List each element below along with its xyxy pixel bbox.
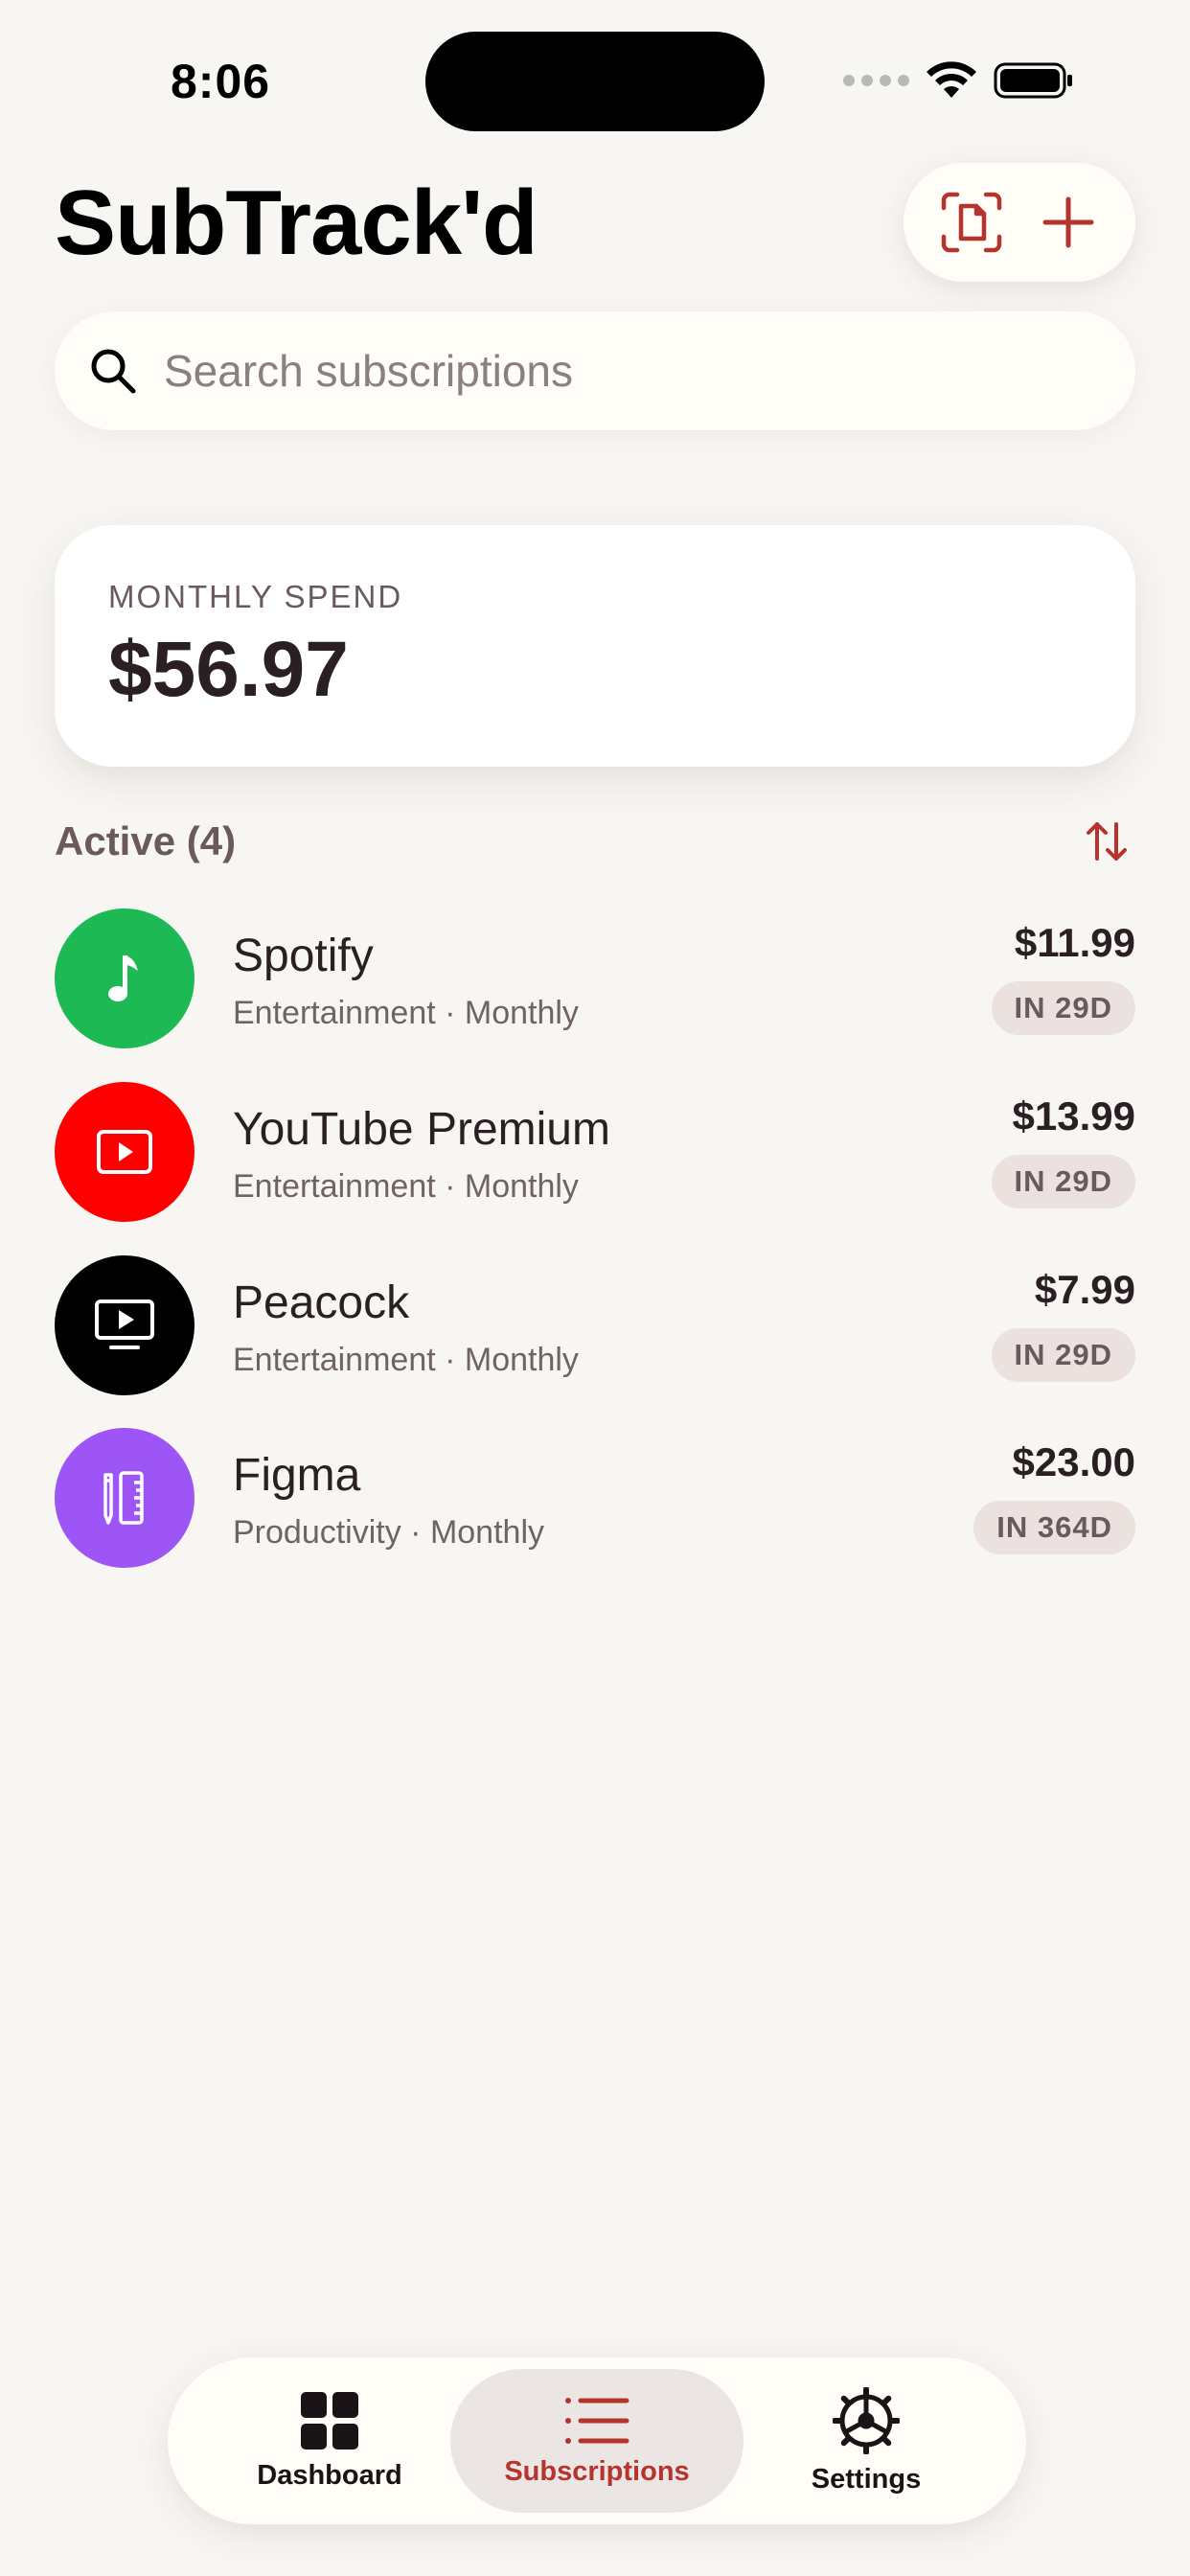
subscription-row-figma[interactable]: Figma Productivity · Monthly $23.00 IN 3… bbox=[55, 1428, 1135, 1572]
header-actions bbox=[904, 163, 1135, 282]
subscription-row-youtube-premium[interactable]: YouTube Premium Entertainment · Monthly … bbox=[55, 1082, 1135, 1226]
pencil-ruler-icon bbox=[103, 1471, 144, 1525]
scan-document-button[interactable] bbox=[933, 184, 1010, 261]
subscription-name: Figma bbox=[233, 1450, 361, 1501]
subscription-price: $23.00 bbox=[1012, 1439, 1135, 1484]
plus-icon bbox=[1042, 196, 1093, 248]
tab-bar: Dashboard Subscriptions Settings bbox=[168, 2358, 1026, 2524]
subscription-meta: Productivity · Monthly bbox=[233, 1514, 544, 1551]
status-indicators bbox=[843, 59, 1074, 102]
spotify-logo bbox=[55, 908, 195, 1048]
figma-logo bbox=[55, 1428, 195, 1568]
sort-arrows-icon bbox=[1087, 822, 1127, 861]
tab-dashboard[interactable]: Dashboard bbox=[225, 2369, 434, 2513]
tv-play-icon bbox=[95, 1300, 154, 1349]
youtube-premium-logo bbox=[55, 1082, 195, 1222]
page-title: SubTrack'd bbox=[55, 172, 538, 274]
monthly-spend-value: $56.97 bbox=[108, 626, 349, 713]
scan-document-icon bbox=[941, 192, 1001, 253]
tab-label: Settings bbox=[811, 2463, 922, 2495]
renewal-badge: IN 364D bbox=[973, 1501, 1135, 1554]
search-bar[interactable] bbox=[55, 311, 1135, 430]
subscription-meta: Entertainment · Monthly bbox=[233, 1342, 579, 1378]
subscription-name: Peacock bbox=[233, 1277, 410, 1328]
subscriptions-screen: 8:06 SubTrack'd Search subscriptions MON… bbox=[0, 0, 1190, 2576]
dynamic-island bbox=[425, 32, 765, 131]
search-input[interactable] bbox=[164, 345, 1064, 397]
subscription-price: $7.99 bbox=[1034, 1267, 1135, 1312]
active-count-title: Active (4) bbox=[55, 818, 237, 863]
list-icon bbox=[565, 2397, 629, 2444]
renewal-badge: IN 29D bbox=[991, 981, 1135, 1035]
tab-label: Dashboard bbox=[257, 2459, 402, 2491]
monthly-spend-card: MONTHLY SPEND $56.97 bbox=[55, 525, 1135, 767]
subscription-meta: Entertainment · Monthly bbox=[233, 1168, 579, 1205]
tab-settings[interactable]: Settings bbox=[762, 2369, 971, 2513]
subscription-name: Spotify bbox=[233, 931, 374, 981]
monthly-spend-label: MONTHLY SPEND bbox=[108, 579, 403, 614]
gear-icon bbox=[833, 2386, 900, 2454]
subscription-meta: Entertainment · Monthly bbox=[233, 995, 579, 1031]
grid-icon bbox=[301, 2391, 358, 2450]
cellular-signal-icon bbox=[843, 75, 909, 86]
renewal-badge: IN 29D bbox=[991, 1328, 1135, 1382]
status-time: 8:06 bbox=[171, 55, 271, 108]
battery-icon bbox=[994, 62, 1072, 99]
subscription-name: YouTube Premium bbox=[233, 1104, 610, 1155]
search-icon bbox=[91, 349, 136, 394]
add-subscription-button[interactable] bbox=[1030, 184, 1107, 261]
subscription-price: $13.99 bbox=[1012, 1093, 1135, 1138]
subscription-row-peacock[interactable]: Peacock Entertainment · Monthly $7.99 IN… bbox=[55, 1255, 1135, 1399]
peacock-logo bbox=[55, 1255, 195, 1395]
wifi-icon bbox=[927, 61, 976, 98]
music-note-icon bbox=[108, 955, 138, 1001]
subscription-price: $11.99 bbox=[1014, 920, 1135, 965]
sort-button[interactable] bbox=[1078, 813, 1135, 870]
list-header: Active (4) bbox=[55, 813, 1135, 870]
play-rectangle-icon bbox=[97, 1130, 152, 1174]
subscription-row-spotify[interactable]: Spotify Entertainment · Monthly $11.99 I… bbox=[55, 908, 1135, 1052]
tab-subscriptions[interactable]: Subscriptions bbox=[450, 2369, 744, 2513]
renewal-badge: IN 29D bbox=[991, 1155, 1135, 1208]
tab-label: Subscriptions bbox=[504, 2455, 690, 2487]
